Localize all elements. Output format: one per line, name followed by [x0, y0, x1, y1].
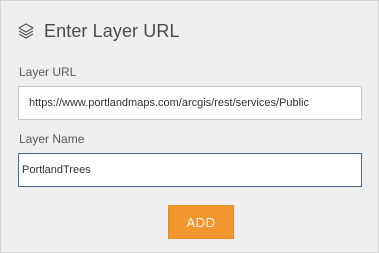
layer-url-label: Layer URL: [19, 65, 77, 79]
layer-url-input[interactable]: [18, 86, 362, 120]
panel-title: Enter Layer URL: [44, 20, 180, 41]
layer-name-input[interactable]: [18, 153, 362, 187]
layer-name-label: Layer Name: [19, 132, 85, 146]
add-button[interactable]: ADD: [168, 205, 234, 239]
panel-header: Enter Layer URL: [17, 19, 180, 43]
layers-icon: [17, 22, 35, 40]
enter-layer-url-panel: Enter Layer URL Layer URL Layer Name ADD: [0, 0, 379, 253]
